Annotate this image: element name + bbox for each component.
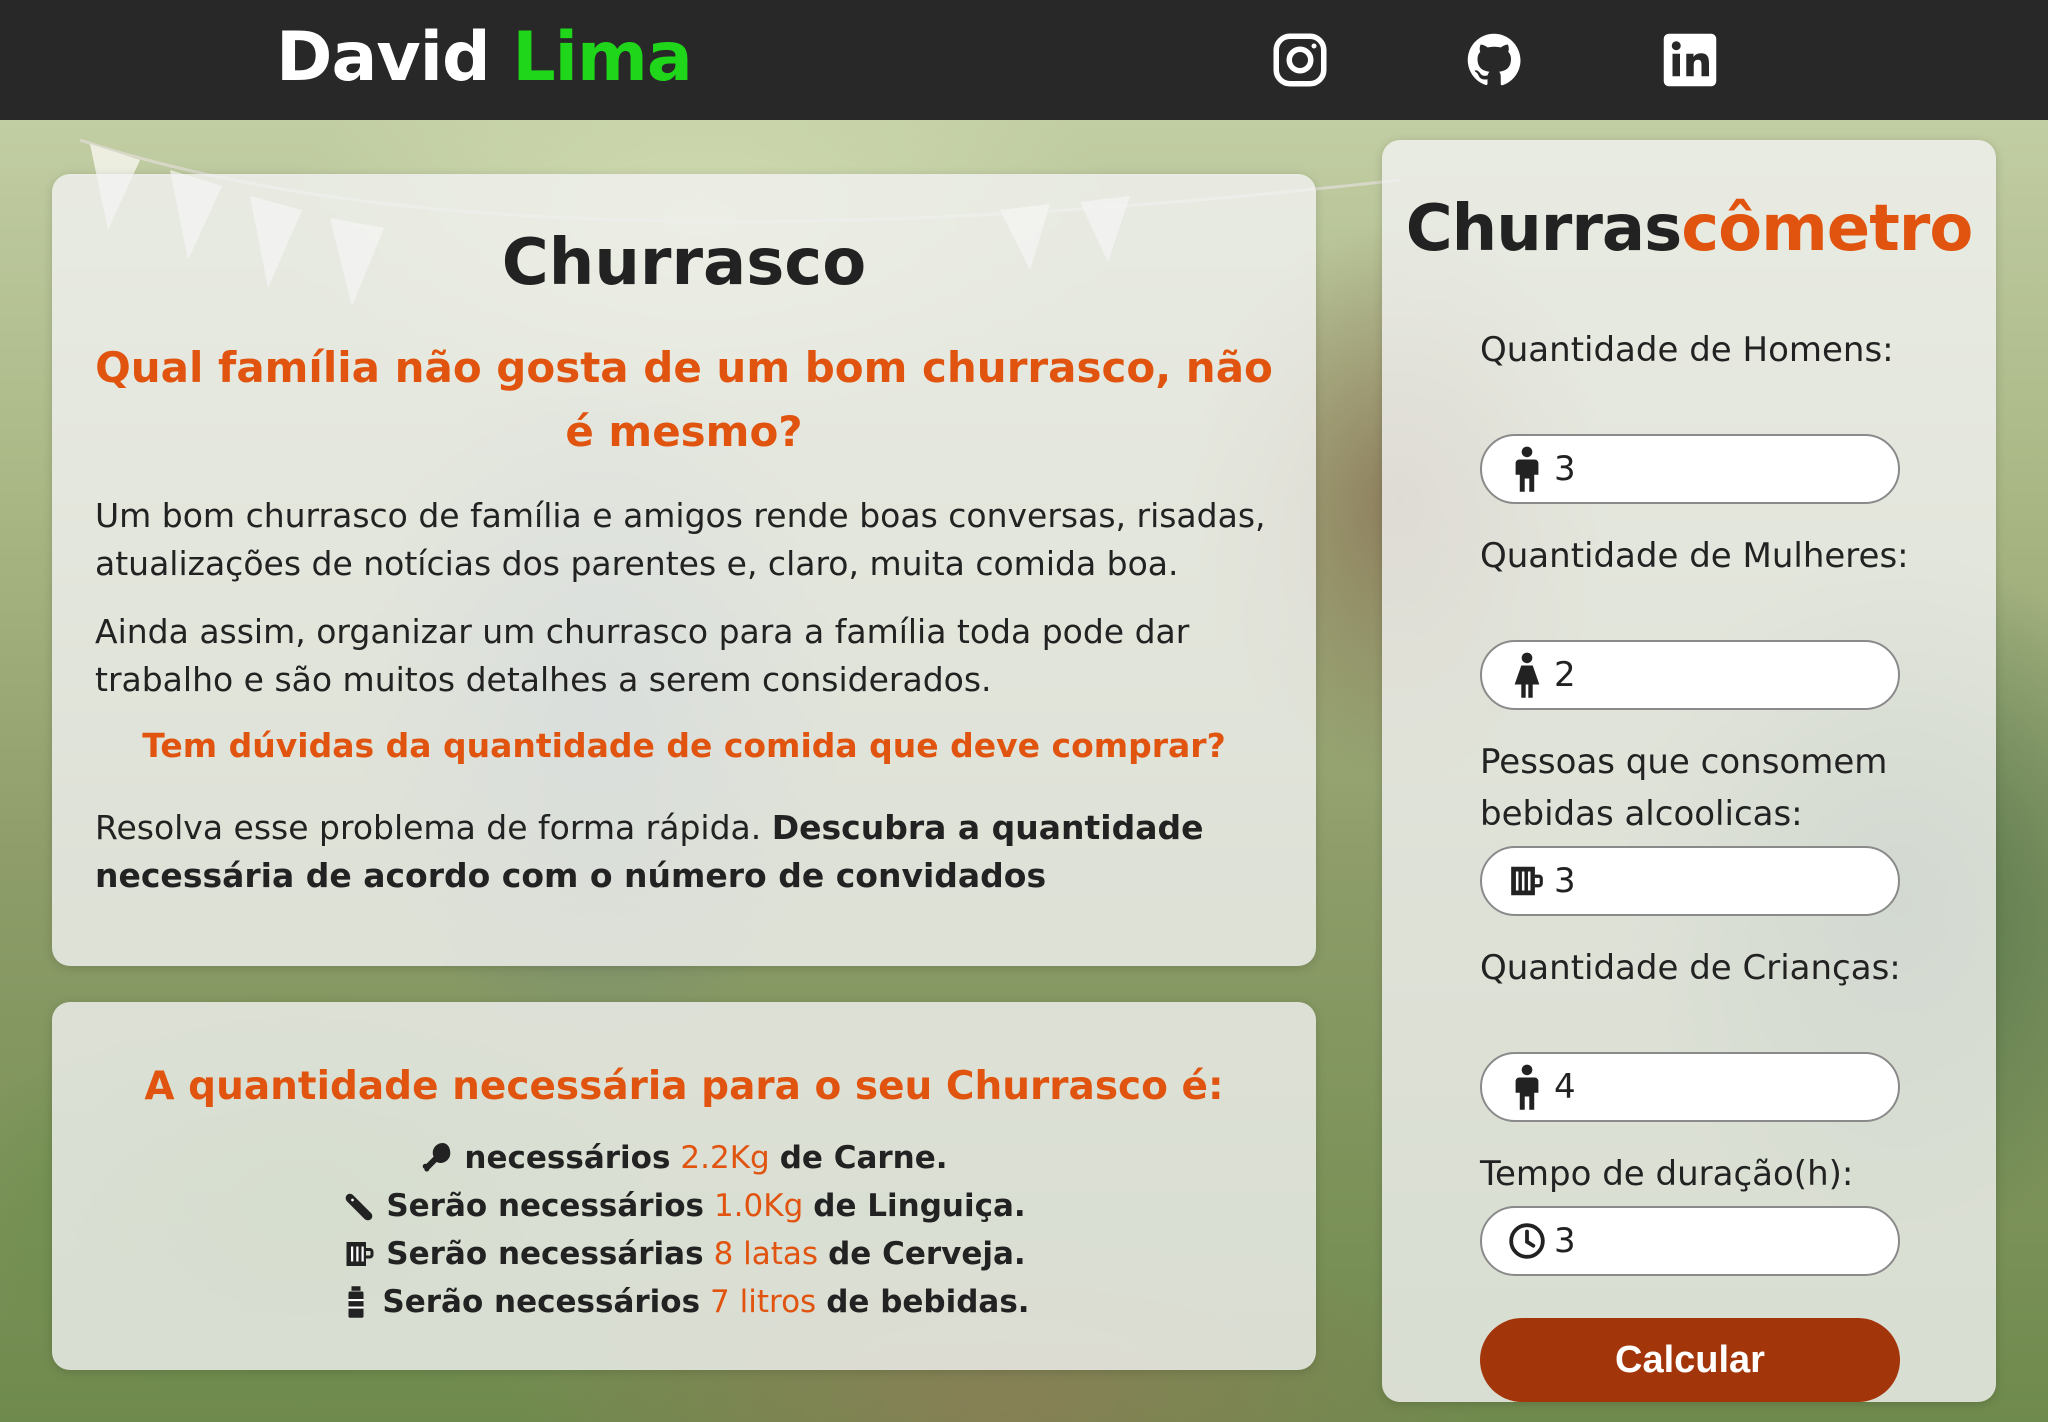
men-count-label: Quantidade de Homens: xyxy=(1480,330,1894,370)
linkedin-icon[interactable] xyxy=(1658,28,1722,92)
result-sausage-before: Serão necessários xyxy=(386,1188,704,1224)
result-drinks-before: Serão necessários xyxy=(382,1284,701,1320)
result-title: A quantidade necessária para o seu Churr… xyxy=(144,1064,1224,1109)
result-card: A quantidade necessária para o seu Churr… xyxy=(52,1002,1316,1370)
result-meat-before: necessários xyxy=(464,1140,671,1176)
children-count-value: 4 xyxy=(1554,1067,1576,1107)
men-count-value: 3 xyxy=(1554,449,1576,489)
duration-value: 3 xyxy=(1554,1221,1576,1261)
women-count-value: 2 xyxy=(1554,655,1576,695)
male-person-icon xyxy=(1508,446,1546,492)
brand-last-name: Lima xyxy=(512,18,692,97)
brand-logo[interactable]: David Lima xyxy=(276,18,693,97)
result-list: necessários 2.2Kg de Carne. Serão necess… xyxy=(52,1134,1316,1326)
result-sausage: Serão necessários 1.0Kg de Linguiça. xyxy=(52,1182,1316,1230)
github-icon[interactable] xyxy=(1462,28,1526,92)
instagram-icon[interactable] xyxy=(1268,28,1332,92)
drinkers-count-value: 3 xyxy=(1554,861,1576,901)
children-count-input[interactable]: 4 xyxy=(1480,1052,1900,1122)
duration-input[interactable]: 3 xyxy=(1480,1206,1900,1276)
result-sausage-value: 1.0Kg xyxy=(713,1188,804,1224)
calculate-button[interactable]: Calcular xyxy=(1480,1318,1900,1402)
result-meat: necessários 2.2Kg de Carne. xyxy=(52,1134,1316,1182)
result-drinks: Serão necessários 7 litros de bebidas. xyxy=(52,1278,1316,1326)
calculator-card: Churrascômetro Quantidade de Homens: 3 Q… xyxy=(1382,140,1996,1402)
result-meat-value: 2.2Kg xyxy=(680,1140,770,1176)
result-sausage-after: de Linguiça. xyxy=(813,1188,1026,1224)
drinkers-count-label: Pessoas que consomem bebidas alcoolicas: xyxy=(1480,742,1888,834)
calculator-title-first: Churras xyxy=(1405,192,1682,266)
clock-icon xyxy=(1508,1218,1546,1264)
calculator-title: Churrascômetro xyxy=(1382,192,1996,266)
calculator-title-accent: cômetro xyxy=(1681,192,1973,266)
duration-label: Tempo de duração(h): xyxy=(1480,1154,1854,1194)
women-count-label: Quantidade de Mulheres: xyxy=(1480,536,1909,576)
sausage-icon xyxy=(342,1188,378,1224)
result-drinks-after: de bebidas. xyxy=(826,1284,1030,1320)
result-drinks-value: 7 litros xyxy=(710,1284,817,1320)
top-navbar: David Lima xyxy=(0,0,2048,120)
bottle-icon xyxy=(338,1284,374,1320)
intro-question: Tem dúvidas da quantidade de comida que … xyxy=(142,726,1226,765)
men-count-input[interactable]: 3 xyxy=(1480,434,1900,504)
beer-mug-icon xyxy=(342,1236,378,1272)
result-beer-before: Serão necessárias xyxy=(386,1236,704,1272)
result-meat-after: de Carne. xyxy=(779,1140,948,1176)
intro-subtitle: Qual família não gosta de um bom churras… xyxy=(95,343,1273,456)
female-person-icon xyxy=(1508,652,1546,698)
result-beer: Serão necessárias 8 latas de Cerveja. xyxy=(52,1230,1316,1278)
intro-paragraph-cta: Resolva esse problema de forma rápida. D… xyxy=(95,804,1275,900)
beer-mug-icon xyxy=(1508,858,1546,904)
intro-cta-plain: Resolva esse problema de forma rápida. xyxy=(95,808,762,847)
intro-card: Churrasco Qual família não gosta de um b… xyxy=(52,174,1316,966)
intro-title: Churrasco xyxy=(501,226,867,300)
brand-first-name: David xyxy=(276,18,491,97)
child-icon xyxy=(1508,1064,1546,1110)
drinkers-count-input[interactable]: 3 xyxy=(1480,846,1900,916)
intro-paragraph-2: Ainda assim, organizar um churrasco para… xyxy=(95,612,1190,699)
women-count-input[interactable]: 2 xyxy=(1480,640,1900,710)
drumstick-icon xyxy=(420,1140,456,1176)
intro-paragraph-1: Um bom churrasco de família e amigos ren… xyxy=(95,496,1266,583)
children-count-label: Quantidade de Crianças: xyxy=(1480,948,1901,988)
result-beer-value: 8 latas xyxy=(713,1236,819,1272)
result-beer-after: de Cerveja. xyxy=(828,1236,1026,1272)
